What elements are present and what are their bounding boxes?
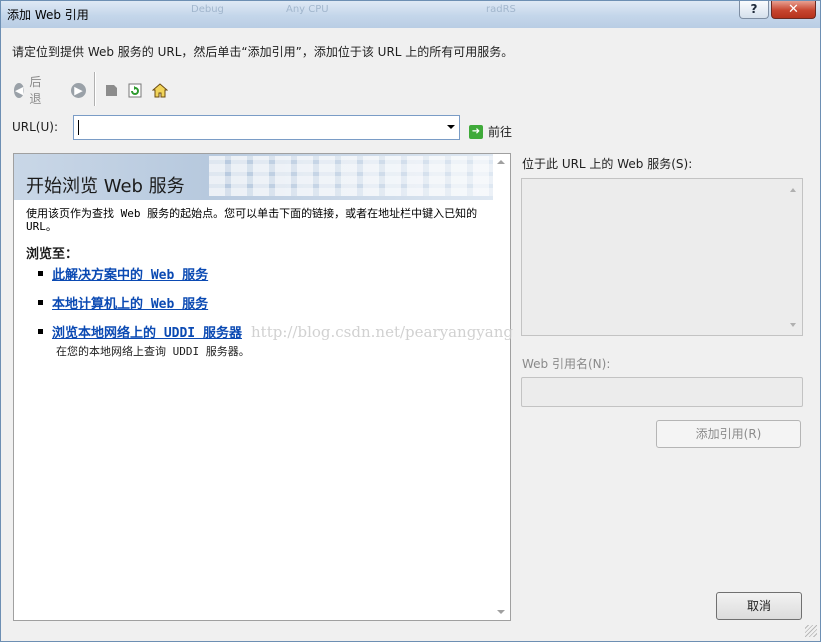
solution-services-link[interactable]: 此解决方案中的 Web 服务	[52, 264, 208, 283]
scroll-up-icon	[790, 188, 796, 192]
ghost-tab: Any CPU	[286, 4, 329, 15]
url-input[interactable]	[76, 118, 438, 137]
ghost-tab: Debug	[191, 4, 224, 15]
title-bar[interactable]: 添加 Web 引用 Debug Any CPU radRS ? ✕	[1, 1, 820, 28]
cancel-button[interactable]: 取消	[716, 592, 802, 620]
window-title: 添加 Web 引用	[7, 8, 89, 22]
reference-name-field	[521, 377, 803, 407]
list-item: 此解决方案中的 Web 服务	[38, 264, 208, 283]
bullet-icon	[38, 300, 43, 305]
url-label: URL(U):	[12, 120, 58, 134]
services-list	[521, 178, 803, 336]
resize-grip[interactable]	[805, 625, 817, 637]
back-label: 后退	[29, 75, 42, 106]
add-web-reference-dialog: 添加 Web 引用 Debug Any CPU radRS ? ✕ 请定位到提供…	[0, 0, 821, 642]
close-button[interactable]: ✕	[771, 1, 816, 19]
vertical-scrollbar[interactable]	[493, 154, 510, 620]
forward-button[interactable]: ▶	[71, 77, 86, 103]
list-item: 本地计算机上的 Web 服务	[38, 293, 208, 312]
browser-pane: 开始浏览 Web 服务 使用该页作为查找 Web 服务的起始点。您可以单击下面的…	[13, 153, 511, 621]
list-item: 浏览本地网络上的 UDDI 服务器	[38, 322, 242, 341]
reference-name-label: Web 引用名(N):	[522, 357, 611, 371]
browse-to-heading: 浏览至：	[26, 247, 79, 262]
uddi-servers-link[interactable]: 浏览本地网络上的 UDDI 服务器	[52, 322, 242, 341]
stop-button[interactable]	[104, 77, 119, 103]
add-reference-button: 添加引用(R)	[656, 420, 801, 448]
go-arrow-icon: ➜	[469, 124, 483, 139]
chevron-down-icon[interactable]	[447, 125, 455, 129]
scroll-down-icon	[790, 323, 796, 327]
text-caret	[78, 120, 79, 135]
page-description: 使用该页作为查找 Web 服务的起始点。您可以单击下面的链接，或者在地址栏中键入…	[26, 207, 478, 233]
ghost-tab: radRS	[486, 4, 516, 15]
bullet-icon	[38, 271, 43, 276]
help-button[interactable]: ?	[739, 1, 769, 19]
home-button[interactable]	[152, 77, 168, 103]
back-button[interactable]: ◀ 后退	[14, 75, 46, 106]
scroll-up-icon[interactable]	[497, 160, 505, 164]
services-label: 位于此 URL 上的 Web 服务(S):	[522, 157, 693, 171]
instruction-text: 请定位到提供 Web 服务的 URL，然后单击“添加引用”，添加位于该 URL …	[12, 45, 514, 59]
toolbar-separator	[94, 72, 95, 106]
bullet-icon	[38, 329, 43, 334]
url-combobox[interactable]	[73, 115, 460, 140]
refresh-button[interactable]	[128, 77, 143, 103]
go-label: 前往	[488, 125, 513, 139]
forward-icon: ▶	[71, 82, 86, 98]
back-icon: ◀	[14, 82, 25, 98]
refresh-icon	[128, 83, 142, 97]
banner: 开始浏览 Web 服务	[14, 154, 493, 200]
banner-pattern	[209, 156, 493, 196]
page-title: 开始浏览 Web 服务	[26, 176, 185, 197]
go-button[interactable]: ➜ 前往	[469, 123, 512, 140]
home-icon	[152, 82, 168, 97]
stop-icon	[106, 84, 117, 96]
local-machine-services-link[interactable]: 本地计算机上的 Web 服务	[52, 293, 208, 312]
scroll-down-icon[interactable]	[497, 610, 505, 614]
uddi-description: 在您的本地网络上查询 UDDI 服务器。	[56, 345, 250, 358]
